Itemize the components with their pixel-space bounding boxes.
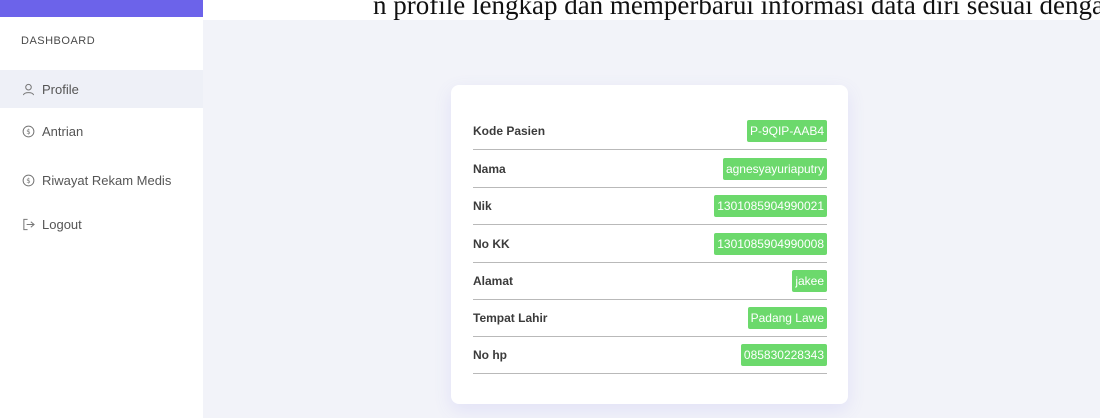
- svg-text:$: $: [26, 128, 30, 136]
- profile-row-kode-pasien: Kode Pasien P-9QIP-AAB4: [473, 112, 827, 150]
- field-value-badge: jakee: [792, 269, 827, 292]
- sidebar-item-label: Logout: [42, 216, 82, 232]
- field-value-badge: Padang Lawe: [747, 306, 827, 329]
- profile-row-no-kk: No KK 1301085904990008: [473, 225, 827, 263]
- sidebar-item-label: Riwayat Rekam Medis: [42, 172, 172, 188]
- field-value-badge: agnesyayuriaputry: [722, 157, 827, 180]
- field-value-badge: 1301085904990021: [714, 194, 827, 217]
- dollar-circle-icon: $: [21, 124, 35, 138]
- sidebar-brand: DASHBOARD: [21, 35, 96, 47]
- field-label: No KK: [473, 236, 510, 251]
- field-value-badge: 085830228343: [740, 343, 827, 366]
- profile-row-alamat: Alamat jakee: [473, 262, 827, 300]
- field-label: Nama: [473, 161, 506, 176]
- user-icon: [21, 82, 35, 96]
- profile-row-no-hp: No hp 085830228343: [473, 336, 827, 374]
- field-label: No hp: [473, 347, 507, 362]
- field-label: Alamat: [473, 273, 514, 288]
- logout-icon: [21, 217, 35, 231]
- dollar-circle-icon: $: [21, 173, 35, 187]
- field-label: Kode Pasien: [473, 123, 546, 138]
- top-strip: n profile lengkap dan memperbarui inform…: [0, 0, 1100, 20]
- field-value-badge: P-9QIP-AAB4: [746, 119, 827, 142]
- profile-row-nama: Nama agnesyayuriaputry: [473, 150, 827, 188]
- profile-card: Kode Pasien P-9QIP-AAB4 Nama agnesyayuri…: [451, 85, 848, 404]
- sidebar-item-antrian[interactable]: $ Antrian: [0, 112, 203, 150]
- main-content: Kode Pasien P-9QIP-AAB4 Nama agnesyayuri…: [203, 20, 1100, 418]
- field-label: Tempat Lahir: [473, 310, 548, 325]
- top-overflow-text: n profile lengkap dan memperbarui inform…: [373, 0, 1100, 20]
- sidebar-item-label: Antrian: [42, 123, 84, 139]
- sidebar-item-riwayat-rekam-medis[interactable]: $ Riwayat Rekam Medis: [0, 161, 203, 199]
- profile-row-nik: Nik 1301085904990021: [473, 187, 827, 225]
- sidebar: DASHBOARD Profile $ Antrian $ Riwayat Re…: [0, 20, 203, 418]
- profile-row-tempat-lahir: Tempat Lahir Padang Lawe: [473, 299, 827, 337]
- svg-text:$: $: [26, 177, 30, 185]
- field-label: Nik: [473, 198, 492, 213]
- sidebar-item-profile[interactable]: Profile: [0, 70, 203, 108]
- field-value-badge: 1301085904990008: [714, 232, 827, 255]
- sidebar-item-label: Profile: [42, 81, 79, 97]
- sidebar-accent-bar: [0, 0, 203, 17]
- sidebar-item-logout[interactable]: Logout: [0, 205, 203, 243]
